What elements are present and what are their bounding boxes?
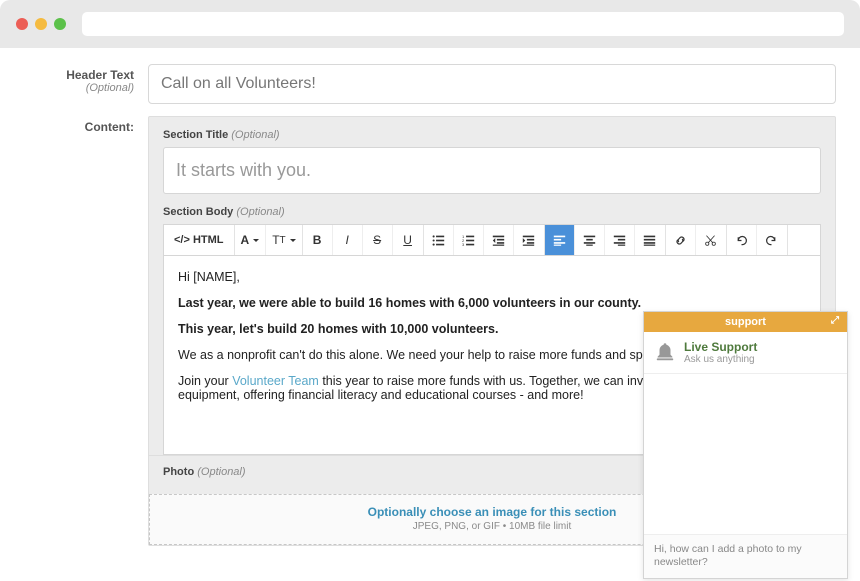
redo-button[interactable] [757, 225, 787, 255]
html-source-button[interactable]: </> HTML [164, 225, 234, 255]
section-title-input[interactable] [163, 147, 821, 194]
undo-button[interactable] [727, 225, 757, 255]
body-paragraph: Hi [NAME], [178, 270, 806, 284]
italic-button[interactable]: I [333, 225, 363, 255]
support-subtitle-text: Ask us anything [684, 354, 757, 365]
font-size-dropdown[interactable]: TT [266, 225, 301, 255]
url-bar[interactable] [82, 12, 844, 36]
content-label: Content: [24, 116, 134, 546]
bell-icon [654, 341, 676, 363]
link-button[interactable] [666, 225, 696, 255]
editor-toolbar: </> HTML A TT B I S U 123 [163, 224, 821, 255]
strikethrough-button[interactable]: S [363, 225, 393, 255]
label-text: Content: [85, 120, 134, 134]
close-window-button[interactable] [16, 18, 28, 30]
expand-icon[interactable]: ⤢ [831, 315, 839, 326]
indent-button[interactable] [514, 225, 544, 255]
section-title-label: Section Title (Optional) [163, 129, 821, 141]
align-left-button[interactable] [545, 225, 575, 255]
body-paragraph: Last year, we were able to build 16 home… [178, 296, 806, 310]
label-text: Header Text [66, 68, 134, 82]
font-family-dropdown[interactable]: A [235, 225, 267, 255]
outdent-button[interactable] [484, 225, 514, 255]
align-justify-button[interactable] [635, 225, 665, 255]
header-text-input[interactable] [148, 64, 836, 104]
cut-button[interactable] [696, 225, 726, 255]
underline-button[interactable]: U [393, 225, 423, 255]
support-chat-input[interactable]: Hi, how can I add a photo to my newslett… [644, 534, 847, 578]
bold-button[interactable]: B [303, 225, 333, 255]
support-widget: support ⤢ Live Support Ask us anything H… [643, 311, 848, 579]
header-text-label: Header Text (Optional) [24, 64, 134, 104]
maximize-window-button[interactable] [54, 18, 66, 30]
minimize-window-button[interactable] [35, 18, 47, 30]
ordered-list-button[interactable]: 123 [454, 225, 484, 255]
align-center-button[interactable] [575, 225, 605, 255]
support-header-text: support [725, 316, 766, 328]
volunteer-team-link[interactable]: Volunteer Team [232, 374, 319, 388]
optional-text: (Optional) [24, 82, 134, 94]
svg-text:3: 3 [462, 242, 465, 247]
support-chat-body [644, 374, 847, 534]
unordered-list-button[interactable] [424, 225, 454, 255]
traffic-lights [16, 18, 66, 30]
align-right-button[interactable] [605, 225, 635, 255]
header-text-row: Header Text (Optional) [24, 64, 836, 104]
support-header[interactable]: support ⤢ [644, 312, 847, 332]
browser-chrome [0, 0, 860, 48]
section-body-label: Section Body (Optional) [163, 206, 821, 218]
support-title-row: Live Support Ask us anything [644, 332, 847, 374]
support-title-text: Live Support [684, 340, 757, 354]
